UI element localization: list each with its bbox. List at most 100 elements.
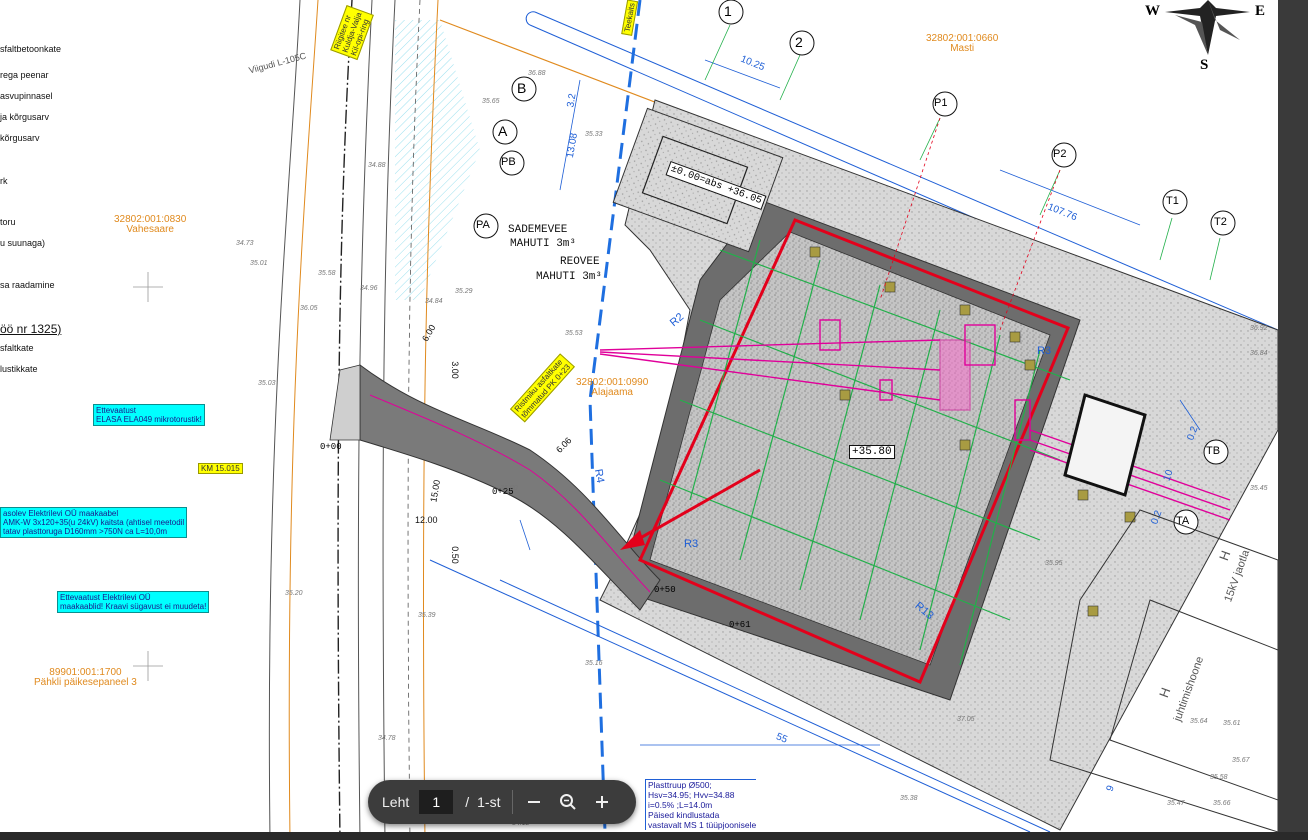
parcel-name: Pähkli päikesepaneel 3 [34,677,137,688]
height-label: 35.33 [585,131,603,138]
dimension-label: 3.00 [449,361,460,379]
legend-item: asvupinnasel [0,91,53,101]
chainage-label: 0+00 [320,442,342,452]
grid-marker-a: A [498,123,508,139]
chainage-label: 0+61 [729,620,751,630]
grid-marker-t1: T1 [1166,195,1179,207]
center-level-box: +35.80 [849,445,895,459]
teekaitse-line [588,0,642,832]
height-label: 35.67 [1232,757,1250,764]
culvert-note-line: vastavalt MS 1 tüüpjoonisele [648,820,757,830]
parcel-label: 32802:001:0830 Vahesaare [114,215,186,235]
legend-item: toru [0,217,16,227]
legend-item: rega peenar [0,70,49,80]
tank-label-sademevee: SADEMEVEE [508,224,568,236]
zoom-out-button[interactable] [517,785,551,819]
km-tag: KM 15.015 [198,463,243,474]
road-edge-line [268,0,301,832]
height-label: 36.92 [1250,325,1268,332]
dimension-label: 12.00 [415,515,438,525]
height-label: 35.38 [900,795,918,802]
page-number-input[interactable] [419,790,454,814]
height-label: 35.53 [565,330,583,337]
height-label: 35.95 [1045,560,1063,567]
page-total: 1-st [477,794,501,810]
dimension-label: 0.50 [449,546,460,564]
chainage-label: 0+50 [654,585,676,595]
grid-marker-b: B [517,80,527,96]
compass-rose [1165,0,1250,55]
height-label: 34.84 [425,298,443,305]
cable-note: asolev Elektrilevi OÜ maakaabel AMK-W 3x… [0,507,188,538]
grid-marker-p1: P1 [934,97,948,109]
legend-item: sfaltbetoonkate [0,44,62,54]
cable-note-line-3: tatav plasttoruga D160mm >750N ca L=10,0… [3,527,168,536]
height-label: 34.78 [378,735,396,742]
height-label: 35.58 [318,270,336,277]
viewer-right-margin [1278,0,1308,840]
height-label: 35.64 [1190,718,1208,725]
legend-item: ja kõrgusarv [0,112,50,122]
radius-label: R4 [591,468,607,484]
grid-marker-tb: TB [1206,445,1221,457]
legend-item: u suunaga) [0,238,46,248]
parcel-label: 89901:001:1700 Pähkli päikesepaneel 3 [34,668,137,688]
parcel-name: Vahesaare [126,224,174,235]
hatch-area [395,20,480,300]
culvert-note-line: i=0.5% ;L=14.0m [648,800,713,810]
parcel-boundary-line [288,0,319,832]
legend-item: sa raadamine [0,280,55,290]
page-label: Leht [382,794,410,810]
grid-marker-2: 2 [795,34,803,50]
parcel-name: Masti [950,43,975,54]
height-label: 34.73 [236,240,254,247]
height-label: 35.47 [1167,800,1185,807]
elasa-note: Ettevaatust ELASA ELA049 mikrotorustik! [93,404,205,426]
maakaabel-note-line-2: maakaablid! Kraavi sügavust ei muudeta! [60,602,207,611]
zoom-button[interactable] [551,785,585,819]
maakaabel-note-line-1: Ettevaatust Elektrilevi OÜ [60,593,151,602]
legend-item: rk [0,176,8,186]
culvert-note: Plasttruup Ø500; Hsv=34.95; Hvv=34.88 i=… [645,779,757,830]
compass-west: W [1145,3,1160,19]
legend-item: öö nr 1325) [0,322,62,336]
grid-marker-pb: PB [501,156,516,168]
culvert-note-line: Päised kindlustada [648,810,720,820]
pdf-viewer: 1 2 B A PB PA P1 P2 T1 T2 TB TA W E S sf… [0,0,1308,840]
grid-marker-p2: P2 [1053,148,1067,160]
height-label: 35.16 [585,660,603,667]
culvert-note-line: Plasttruup Ø500; [648,780,712,790]
height-label: 35.39 [418,612,436,619]
zoom-in-button[interactable] [585,785,619,819]
page-toolbar: Leht / 1-st [368,780,636,824]
legend-item: kõrgusarv [0,133,40,143]
elasa-note-line-1: Ettevaatust [96,406,137,415]
height-label: 35.45 [1250,485,1268,492]
plus-icon [596,796,609,808]
height-label: 34.88 [368,162,386,169]
drawing-sheet: 1 2 B A PB PA P1 P2 T1 T2 TB TA W E S sf… [0,0,1278,832]
height-label: 35.03 [258,380,276,387]
tank-label-mahuti-1: MAHUTI 3m³ [510,238,577,250]
survey-crosses [133,272,163,681]
viewer-bottom-margin [0,832,1308,840]
tank-label-reovee: REOVEE [560,256,600,268]
height-label: 35.65 [482,98,500,105]
page-separator: / [465,794,470,810]
height-label: 35.58 [1210,774,1228,781]
compass-east: E [1255,3,1266,19]
height-label: 35.61 [1223,720,1241,727]
parcel-name: Alajaama [591,387,633,398]
grid-marker-pa: PA [476,219,490,231]
cable-note-line-1: asolev Elektrilevi OÜ maakaabel [3,509,119,518]
zoom-icon [560,794,577,810]
height-label: 36.05 [300,305,318,312]
radius-label: R3 [684,538,699,550]
height-label: 36.84 [1250,350,1268,357]
height-label: 35.01 [250,260,268,267]
grid-marker-ta: TA [1176,515,1190,527]
elasa-note-line-2: ELASA ELA049 mikrotorustik! [96,415,202,424]
minus-icon [528,801,541,803]
height-label: 37.05 [957,716,975,723]
parcel-label: 32802:001:0990 Alajaama [576,378,648,398]
